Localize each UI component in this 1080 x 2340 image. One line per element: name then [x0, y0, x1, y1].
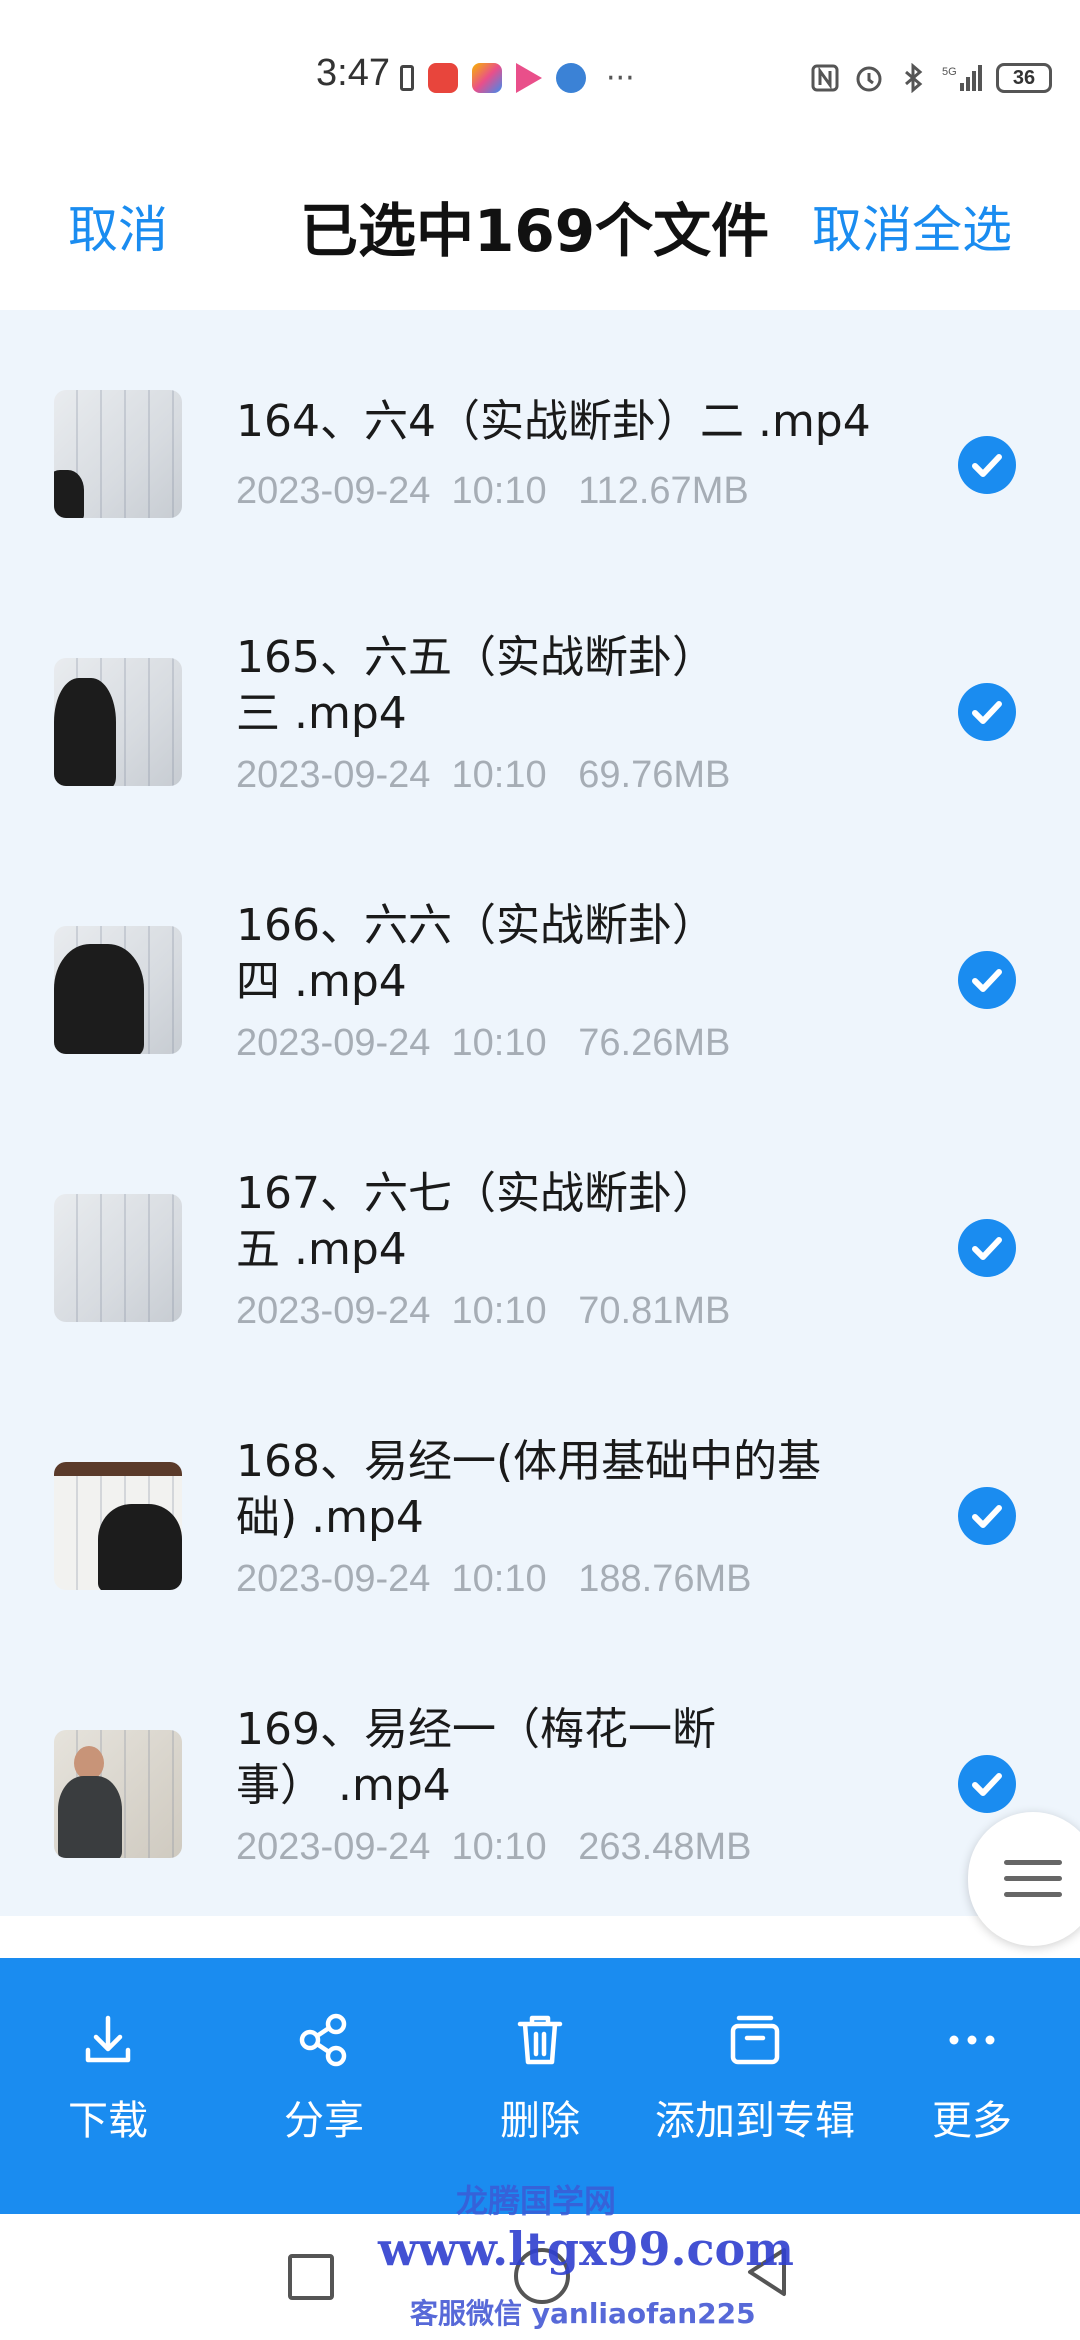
selected-checkbox[interactable]: [958, 1219, 1016, 1277]
file-size: 70.81MB: [578, 1290, 731, 1332]
nfc-icon: [811, 64, 839, 92]
video-app-icon: [516, 63, 542, 93]
check-icon: [972, 969, 1002, 992]
selected-checkbox[interactable]: [958, 1487, 1016, 1545]
file-date: 2023-09-24 10:10: [236, 1022, 547, 1064]
status-bar: 3:47 ··· 5G 36: [0, 0, 1080, 150]
video-thumbnail: [54, 390, 182, 518]
page-title: 已选中169个文件: [300, 197, 770, 265]
file-size: 112.67MB: [578, 470, 749, 512]
deselect-all-button[interactable]: 取消全选: [812, 190, 1012, 262]
app-colorful-icon: [472, 63, 502, 93]
watermark-url: www.ltgx99.com: [378, 2222, 794, 2276]
file-size: 69.76MB: [578, 754, 731, 796]
file-name: 166、六六（实战断卦） 四 .mp4: [236, 900, 716, 1007]
download-icon: [85, 2015, 131, 2063]
file-meta: 2023-09-24 10:10 76.26MB: [236, 1022, 730, 1065]
file-name: 164、六4（实战断卦）二 .mp4: [236, 396, 871, 447]
video-thumbnail: [54, 658, 182, 786]
selected-checkbox[interactable]: [958, 436, 1016, 494]
more-notifications-icon: ···: [606, 60, 635, 96]
watermark-site-name: 龙腾国学网: [456, 2182, 617, 2220]
floating-menu-button[interactable]: [968, 1812, 1080, 1946]
file-date: 2023-09-24 10:10: [236, 470, 547, 512]
file-name: 167、六七（实战断卦） 五 .mp4: [236, 1168, 716, 1275]
album-icon: [730, 2015, 780, 2065]
selected-checkbox[interactable]: [958, 1755, 1016, 1813]
file-size: 76.26MB: [578, 1022, 731, 1064]
download-label: 下载: [68, 2098, 148, 2144]
file-meta: 2023-09-24 10:10 69.76MB: [236, 754, 730, 797]
file-date: 2023-09-24 10:10: [236, 1558, 547, 1600]
video-thumbnail: [54, 1730, 182, 1858]
battery-saver-icon: [400, 65, 414, 91]
file-row[interactable]: 169、易经一（梅花一断 事） .mp4 2023-09-24 10:10 26…: [0, 1650, 1080, 1918]
selected-checkbox[interactable]: [958, 951, 1016, 1009]
file-name: 169、易经一（梅花一断 事） .mp4: [236, 1704, 716, 1811]
file-name: 168、易经一(体用基础中的基 础) .mp4: [236, 1436, 822, 1543]
add-to-album-button[interactable]: 添加到专辑: [640, 1958, 870, 2214]
file-row[interactable]: 166、六六（实战断卦） 四 .mp4 2023-09-24 10:10 76.…: [0, 846, 1080, 1114]
check-icon: [972, 701, 1002, 724]
watermark-contact: 客服微信 yanliaofan225: [410, 2297, 756, 2330]
download-button[interactable]: 下载: [28, 1958, 188, 2214]
check-icon: [972, 1773, 1002, 1796]
trash-icon: [517, 2015, 563, 2065]
check-icon: [972, 1505, 1002, 1528]
recent-apps-button[interactable]: [288, 2254, 334, 2300]
status-app-icons: ···: [400, 60, 635, 96]
more-icon: [949, 2035, 995, 2045]
video-thumbnail: [54, 1194, 182, 1322]
selection-header: 取消 已选中169个文件 取消全选: [0, 150, 1080, 310]
signal-icon: 5G: [942, 65, 982, 91]
cancel-button[interactable]: 取消: [68, 190, 168, 262]
selected-checkbox[interactable]: [958, 683, 1016, 741]
file-size: 188.76MB: [578, 1558, 752, 1600]
share-button[interactable]: 分享: [244, 1958, 404, 2214]
file-row[interactable]: 168、易经一(体用基础中的基 础) .mp4 2023-09-24 10:10…: [0, 1382, 1080, 1650]
more-label: 更多: [932, 2098, 1012, 2144]
file-date: 2023-09-24 10:10: [236, 754, 547, 796]
app-red-icon: [428, 63, 458, 93]
check-icon: [972, 454, 1002, 477]
file-row[interactable]: 165、六五（实战断卦） 三 .mp4 2023-09-24 10:10 69.…: [0, 578, 1080, 846]
status-system-icons: 5G 36: [810, 58, 1052, 98]
file-meta: 2023-09-24 10:10 263.48MB: [236, 1826, 752, 1869]
alarm-icon: [856, 66, 882, 92]
file-meta: 2023-09-24 10:10 112.67MB: [236, 470, 749, 513]
person-face: [74, 1746, 104, 1780]
file-meta: 2023-09-24 10:10 70.81MB: [236, 1290, 730, 1333]
status-time: 3:47: [316, 52, 390, 94]
bluetooth-icon: [905, 63, 923, 93]
delete-label: 删除: [500, 2098, 580, 2144]
file-row[interactable]: 164、六4（实战断卦）二 .mp4 2023-09-24 10:10 112.…: [0, 310, 1080, 578]
more-button[interactable]: 更多: [892, 1958, 1052, 2214]
file-date: 2023-09-24 10:10: [236, 1290, 547, 1332]
file-meta: 2023-09-24 10:10 188.76MB: [236, 1558, 752, 1601]
add-to-album-label: 添加到专辑: [655, 2098, 855, 2144]
file-list[interactable]: 164、六4（实战断卦）二 .mp4 2023-09-24 10:10 112.…: [0, 310, 1080, 1916]
file-row[interactable]: 167、六七（实战断卦） 五 .mp4 2023-09-24 10:10 70.…: [0, 1114, 1080, 1382]
svg-text:5G: 5G: [942, 66, 957, 78]
video-thumbnail: [54, 1462, 182, 1590]
battery-indicator: 36: [996, 63, 1052, 93]
file-name: 165、六五（实战断卦） 三 .mp4: [236, 632, 716, 739]
file-date: 2023-09-24 10:10: [236, 1826, 547, 1868]
video-thumbnail: [54, 926, 182, 1054]
share-icon: [299, 2013, 347, 2067]
share-label: 分享: [284, 2098, 364, 2144]
check-icon: [972, 1237, 1002, 1260]
file-size: 263.48MB: [578, 1826, 752, 1868]
browser-app-icon: [556, 63, 586, 93]
